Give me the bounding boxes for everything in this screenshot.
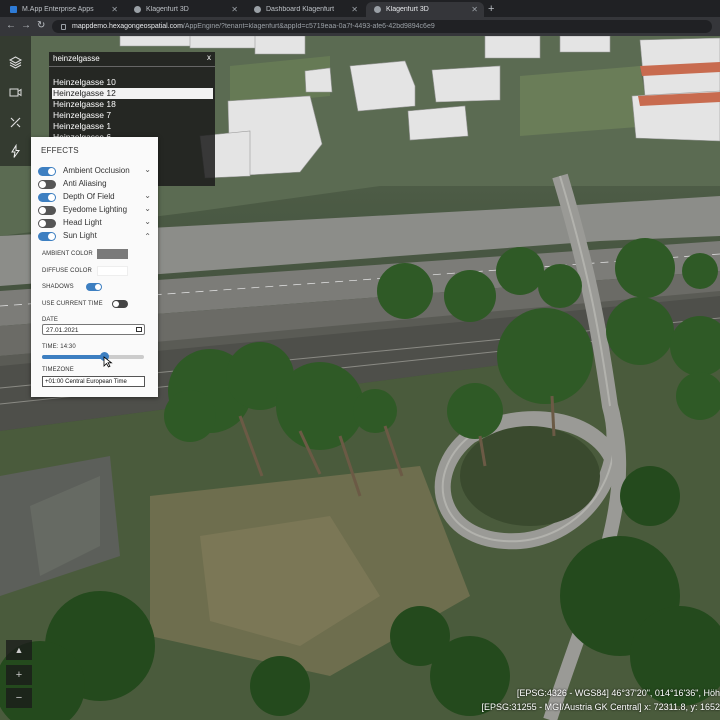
left-toolbar <box>0 36 31 166</box>
back-arrow-icon[interactable]: ← <box>6 20 16 32</box>
coordinates-wgs84: [EPSG:4326 - WGS84] 46°37'20", 014°16'36… <box>516 688 720 698</box>
time-slider[interactable] <box>42 352 144 361</box>
sun-light-toggle[interactable] <box>38 232 56 241</box>
url-path: /AppEngine/?tenant=klagenfurt&appId=c571… <box>182 23 435 30</box>
coordinates-gk: [EPSG:31255 - MGI/Austria GK Central] x:… <box>481 702 720 712</box>
date-label: DATE <box>42 317 58 323</box>
date-field[interactable]: 27.01.2021 <box>42 324 145 335</box>
ambient-color-label: AMBIENT COLOR <box>42 251 93 257</box>
eyedome-lighting-toggle[interactable] <box>38 206 56 215</box>
layers-icon[interactable] <box>8 55 23 70</box>
reload-icon[interactable]: ↻ <box>37 20 45 32</box>
browser-tab-klagenfurt-3d-active[interactable]: Klagenfurt 3D ✕ <box>366 2 484 17</box>
tools-icon[interactable] <box>8 115 23 130</box>
timezone-label: TIMEZONE <box>42 367 74 373</box>
effect-row-head-light: Head Light ⌄ <box>38 217 153 229</box>
chevron-down-icon[interactable]: ⌄ <box>144 204 151 213</box>
tab-title: Klagenfurt 3D <box>386 6 429 13</box>
globe-favicon-icon <box>374 6 381 13</box>
time-label: TIME: 14:30 <box>42 344 76 350</box>
browser-tab-mapp-enterprise[interactable]: M.App Enterprise Apps ✕ <box>2 2 124 17</box>
chevron-down-icon[interactable]: ⌄ <box>144 165 151 174</box>
forward-arrow-icon[interactable]: → <box>21 20 31 32</box>
browser-tab-dashboard[interactable]: Dashboard Klagenfurt ✕ <box>246 2 364 17</box>
effect-row-eyedome-lighting: Eyedome Lighting ⌄ <box>38 204 153 216</box>
use-current-time-toggle[interactable] <box>112 300 128 308</box>
diffuse-color-picker[interactable] <box>97 266 128 276</box>
ambient-color-picker[interactable] <box>97 249 128 259</box>
clear-search-button[interactable]: x <box>207 53 211 62</box>
close-tab-icon[interactable]: ✕ <box>111 5 118 14</box>
mapp-favicon-icon <box>10 6 17 13</box>
address-bar: ← → ↻ mappdemo.hexagongeospatial.com /Ap… <box>0 17 720 36</box>
tab-title: M.App Enterprise Apps <box>22 6 94 13</box>
browser-tab-klagenfurt-3d[interactable]: Klagenfurt 3D ✕ <box>126 2 244 17</box>
diffuse-color-label: DIFFUSE COLOR <box>42 268 92 274</box>
date-value: 27.01.2021 <box>46 327 79 334</box>
chevron-up-icon[interactable]: ⌃ <box>144 232 151 241</box>
chevron-down-icon[interactable]: ⌄ <box>144 217 151 226</box>
calendar-icon[interactable] <box>136 327 142 332</box>
anti-aliasing-toggle[interactable] <box>38 180 56 189</box>
plus-icon: + <box>15 669 23 681</box>
lightning-icon[interactable] <box>8 144 23 159</box>
url-field[interactable]: mappdemo.hexagongeospatial.com /AppEngin… <box>52 20 712 33</box>
pointer-mode-button[interactable]: ▲ <box>6 640 32 660</box>
effect-row-sun-light: Sun Light ⌃ <box>38 230 153 242</box>
shadows-toggle[interactable] <box>86 283 102 291</box>
depth-of-field-toggle[interactable] <box>38 193 56 202</box>
timezone-value: +01:00 Central European Time <box>45 379 127 385</box>
browser-tab-bar: M.App Enterprise Apps ✕ Klagenfurt 3D ✕ … <box>0 0 720 17</box>
search-result-item[interactable]: Heinzelgasse 10 <box>52 77 213 88</box>
effect-label: Head Light <box>63 218 102 227</box>
ambient-occlusion-toggle[interactable] <box>38 167 56 176</box>
head-light-toggle[interactable] <box>38 219 56 228</box>
mouse-cursor-icon <box>103 356 113 368</box>
effect-label: Sun Light <box>63 231 97 240</box>
minus-icon: − <box>15 692 23 704</box>
lock-icon <box>61 23 66 30</box>
new-tab-button[interactable]: + <box>488 2 494 16</box>
search-result-item[interactable]: Heinzelgasse 7 <box>52 110 213 121</box>
zoom-in-button[interactable]: + <box>6 665 32 685</box>
search-result-item[interactable]: Heinzelgasse 1 <box>52 121 213 132</box>
effect-row-ambient-occlusion: Ambient Occlusion ⌄ <box>38 165 153 177</box>
globe-favicon-icon <box>134 6 141 13</box>
effect-row-anti-aliasing: Anti Aliasing <box>38 178 153 190</box>
effects-title: EFFECTS <box>41 146 79 155</box>
effect-label: Anti Aliasing <box>63 179 107 188</box>
search-result-item-selected[interactable]: Heinzelgasse 12 <box>52 88 213 99</box>
effect-label: Depth Of Field <box>63 192 115 201</box>
zoom-out-button[interactable]: − <box>6 688 32 708</box>
url-host: mappdemo.hexagongeospatial.com <box>72 23 183 30</box>
camera-icon[interactable] <box>8 85 23 100</box>
close-tab-icon[interactable]: ✕ <box>231 5 238 14</box>
effect-label: Eyedome Lighting <box>63 205 128 214</box>
pointer-icon: ▲ <box>14 645 24 655</box>
time-slider-fill <box>42 355 105 359</box>
close-tab-icon[interactable]: ✕ <box>471 5 478 14</box>
effect-label: Ambient Occlusion <box>63 166 130 175</box>
globe-favicon-icon <box>254 6 261 13</box>
shadows-label: SHADOWS <box>42 284 74 290</box>
tab-title: Klagenfurt 3D <box>146 6 189 13</box>
chevron-down-icon[interactable]: ⌄ <box>144 191 151 200</box>
search-input[interactable]: heinzelgasse <box>53 54 100 63</box>
tab-title: Dashboard Klagenfurt <box>266 6 335 13</box>
timezone-select[interactable]: +01:00 Central European Time <box>42 376 145 387</box>
search-result-item[interactable]: Heinzelgasse 18 <box>52 99 213 110</box>
search-input-row: heinzelgasse x <box>49 52 215 67</box>
use-current-time-label: USE CURRENT TIME <box>42 301 103 307</box>
close-tab-icon[interactable]: ✕ <box>351 5 358 14</box>
effect-row-depth-of-field: Depth Of Field ⌄ <box>38 191 153 203</box>
